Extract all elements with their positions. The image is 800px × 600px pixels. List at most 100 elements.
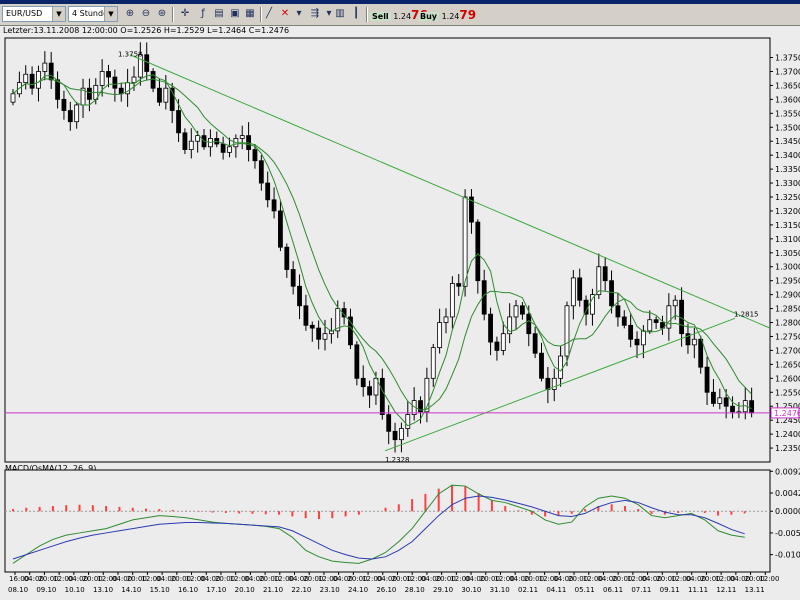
y-tick-label: 1.2950 (775, 277, 800, 286)
candle-body (10, 93, 16, 103)
properties-icon[interactable]: ▦ (243, 7, 257, 21)
candle-body (271, 199, 277, 212)
candle-body (723, 397, 729, 407)
x-date-label: 30.10 (461, 586, 481, 594)
candle-body (602, 266, 608, 282)
indicator-icon[interactable]: ⇶ (308, 7, 322, 21)
candle-body (367, 386, 372, 396)
candle-body (437, 322, 443, 349)
candle-body (265, 182, 271, 201)
candle-body (99, 71, 105, 86)
y-tick-label: 1.3450 (775, 137, 800, 146)
y-tick-label: 1.2550 (775, 388, 800, 397)
candle-body (316, 327, 322, 340)
x-date-label: 15.10 (150, 586, 170, 594)
candle-body (36, 71, 41, 89)
x-date-label: 10.10 (65, 586, 85, 594)
x-date-label: 22.10 (291, 586, 311, 594)
candle-body (157, 87, 162, 103)
candle-body (144, 54, 150, 72)
x-date-label: 09.11 (660, 586, 680, 594)
save-icon[interactable]: ▣ (228, 7, 242, 21)
price-chart[interactable]: 1.3750 1.3700 1.3650 1.3600 1.3550 1.3500 1.34… (0, 26, 800, 600)
candle-body (513, 305, 519, 318)
candle-body (239, 135, 245, 139)
candle-body (297, 285, 302, 307)
candle-body (220, 143, 226, 153)
candle-body (182, 132, 188, 150)
candle-body (258, 160, 264, 184)
candle-body (392, 430, 398, 441)
y-tick-label: 1.2400 (775, 430, 800, 439)
y-tick-label: 1.2600 (775, 374, 800, 383)
x-date-label: 14.10 (121, 586, 141, 594)
macd-y-tick-label: 0.0000 (775, 507, 800, 516)
zoom-fit-icon[interactable]: ⊛ (155, 7, 169, 21)
x-date-label: 12.11 (716, 586, 736, 594)
print-icon[interactable]: ▤ (212, 7, 226, 21)
x-date-label: 13.10 (93, 586, 113, 594)
candle-body (360, 377, 366, 388)
candle-body (488, 313, 493, 343)
candle-body (526, 313, 532, 335)
sell-label: Sell (370, 12, 391, 21)
timeframe-select[interactable]: 4 Stunden ▼ (68, 6, 118, 22)
macd-y-tick-label: -0.0050 (775, 529, 800, 538)
y-tick-label: 1.3350 (775, 165, 800, 174)
symbol-select[interactable]: EUR/USD ▼ (2, 6, 66, 22)
delete-icon[interactable]: ✕ (278, 7, 292, 21)
candle-body (570, 277, 576, 307)
candle-body (430, 347, 436, 379)
function-icon[interactable]: ƒ (196, 7, 210, 21)
symbol-select-value: EUR/USD (6, 9, 43, 18)
candle-body (564, 305, 570, 357)
toolbar-separator (366, 7, 368, 22)
y-tick-label: 1.2650 (775, 360, 800, 369)
candle-body (42, 62, 48, 72)
x-time-label: 12:00 (759, 575, 779, 583)
x-date-label: 23.10 (320, 586, 340, 594)
zoom-out-icon[interactable]: ⊖ (139, 7, 153, 21)
candle-body (500, 333, 506, 351)
line-tool-icon[interactable]: ╱ (262, 7, 276, 21)
y-tick-label: 1.2750 (775, 332, 800, 341)
x-date-label: 04.11 (546, 586, 566, 594)
candle-body (698, 338, 704, 368)
template-icon[interactable]: ▥ (333, 7, 347, 21)
x-date-label: 29.10 (433, 586, 453, 594)
bar-chart-icon[interactable]: ┃ (349, 7, 363, 21)
chevron-down-icon: ▼ (104, 7, 117, 21)
toolbar: EUR/USD ▼ 4 Stunden ▼ ⊕ ⊖ ⊛ ✛ ƒ ▤ ▣ ▦ ╱ … (0, 4, 800, 26)
y-tick-label: 1.3050 (775, 249, 800, 258)
y-tick-label: 1.3150 (775, 221, 800, 230)
candle-body (61, 98, 67, 111)
candle-body (449, 283, 455, 318)
x-date-label: 05.11 (575, 586, 595, 594)
candle-body (176, 110, 181, 134)
x-date-label: 20.10 (235, 586, 255, 594)
buy-button[interactable]: Buy 1.2479 (418, 8, 476, 22)
x-date-label: 24.10 (348, 586, 368, 594)
candle-body (609, 280, 614, 307)
x-date-label: 21.10 (263, 586, 283, 594)
candle-body (163, 87, 169, 103)
annotation-low-label: 1.2328 (385, 456, 410, 464)
y-tick-label: 1.3500 (775, 123, 800, 132)
candle-body (653, 319, 659, 323)
y-tick-label: 1.3300 (775, 179, 800, 188)
zoom-in-icon[interactable]: ⊕ (123, 7, 137, 21)
candle-body (87, 87, 92, 100)
y-tick-label: 1.3700 (775, 67, 800, 76)
chart-area[interactable]: Letzter:13.11.2008 12:00:00 O=1.2526 H=1… (0, 26, 800, 600)
candle-body (348, 316, 353, 346)
chevron-down-icon[interactable]: ▾ (292, 7, 306, 21)
candle-body (322, 333, 328, 340)
macd-y-tick-label: 0.0042 (775, 489, 800, 498)
candle-body (621, 316, 627, 326)
crosshair-icon[interactable]: ✛ (178, 7, 192, 21)
x-date-label: 28.10 (405, 586, 425, 594)
y-tick-label: 1.2350 (775, 444, 800, 453)
candle-body (456, 283, 462, 287)
candle-body (309, 324, 315, 329)
x-date-label: 08.10 (8, 586, 28, 594)
